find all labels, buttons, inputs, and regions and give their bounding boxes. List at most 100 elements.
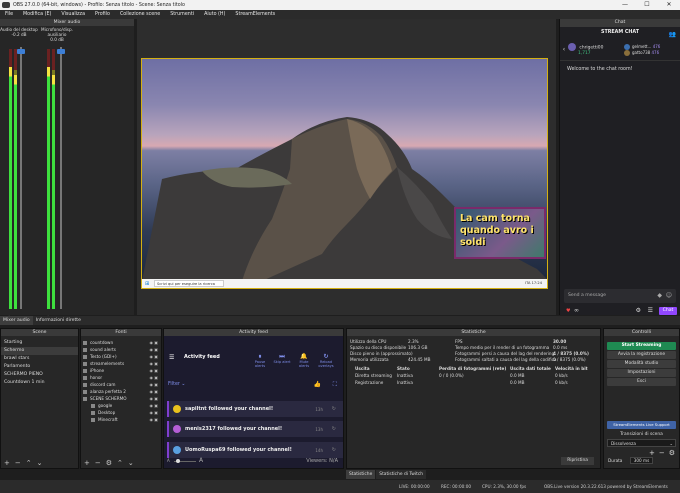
basket-icon[interactable]: ⛶ [333,381,337,389]
list-item[interactable]: SCENE SCHERMO ◉ ▣ [81,395,161,402]
duration-input[interactable]: 300 ms [629,457,654,464]
eye-icon[interactable]: ◉ ▣ [149,381,158,388]
menu-tools[interactable]: Strumenti [165,12,199,17]
table-cell: Inattiva [397,380,413,385]
eye-icon[interactable]: ◉ ▣ [149,346,158,353]
user-list-icon[interactable]: ☰ [648,307,653,314]
live-support-button[interactable]: StreamElements Live Support [607,421,676,429]
menu-streamelements[interactable]: StreamElements [230,12,280,17]
meter-level [9,67,12,309]
add-icon[interactable]: + [649,449,655,457]
menu-file[interactable]: File [0,12,18,17]
pause-alerts-button[interactable]: ⏸ Pause alerts [250,353,270,368]
overlay-image: La cam torna quando avro i soldi [454,207,546,259]
remove-icon[interactable]: − [15,459,21,467]
activity-item[interactable]: sapiltnt followed your channel! 13h ↻ [167,401,343,417]
skip-alert-button[interactable]: ⏭ Skip alert [272,353,292,364]
exit-button[interactable]: Esci [607,378,676,386]
avatar [624,43,630,50]
bits-icon[interactable]: ◆ [657,292,662,299]
transition-select[interactable]: Dissolvenza ⌄ [607,439,676,447]
scene-preview[interactable]: La cam torna quando avro i soldi ⊞ Scriv… [141,58,548,289]
list-item[interactable]: Minecraft ◉ ▣ [81,416,161,423]
gear-icon[interactable]: ⚙ [669,449,675,457]
fader-knob[interactable] [57,49,65,54]
eye-icon[interactable]: ◉ ▣ [149,395,158,402]
rec-timer: REC: 00:00:00 [441,484,472,489]
replay-icon[interactable]: ↻ [332,406,336,412]
points-icon[interactable]: ♥ [566,308,570,314]
tab-audio-mixer[interactable]: Mixer audio [0,316,33,325]
close-button[interactable]: ✕ [658,0,680,10]
add-icon[interactable]: + [4,459,10,467]
gear-icon[interactable]: ⚙ [106,459,112,467]
chevron-down-icon[interactable]: ⌄ [37,459,43,467]
list-item[interactable]: Schermo [1,347,78,355]
filter-dropdown[interactable]: Filter ⌄ [168,382,185,387]
eye-icon[interactable]: ◉ ▣ [149,339,158,346]
replay-icon[interactable]: ↻ [332,426,336,432]
eye-icon[interactable]: ◉ ▣ [149,409,158,416]
volume-fader[interactable] [17,47,25,309]
list-item[interactable]: Parlamento [1,363,78,371]
eye-icon[interactable]: ◉ ▣ [149,367,158,374]
eye-icon[interactable]: ◉ ▣ [149,416,158,423]
eye-icon[interactable]: ◉ ▣ [149,374,158,381]
fader-knob[interactable] [17,49,25,54]
list-item[interactable]: google ◉ ▣ [81,402,161,409]
eye-icon[interactable]: ◉ ▣ [149,388,158,395]
mute-alerts-button[interactable]: 🔔 Mute alerts [294,353,314,368]
list-item[interactable]: Testo (GDI+) ◉ ▣ [81,353,161,360]
menu-help[interactable]: Aiuto (H) [199,12,230,17]
reload-overlays-button[interactable]: ↻ Reload overlays [316,353,336,368]
menu-profile[interactable]: Profilo [90,12,115,17]
start-streaming-button[interactable]: Start Streaming [607,342,676,350]
list-item[interactable]: alanza perfetta 2 ◉ ▣ [81,388,161,395]
chat-send-button[interactable]: Chat [659,307,677,315]
list-item[interactable]: streamelements ◉ ▣ [81,360,161,367]
minimize-button[interactable]: — [614,0,636,10]
chevron-left-icon[interactable]: ‹ [560,46,568,53]
list-item[interactable]: Countdown 1 min [1,379,78,387]
menu-edit[interactable]: Modifica (E) [18,12,56,17]
tab-twitch-stats[interactable]: Statistiche di Twitch [376,470,427,479]
list-item[interactable]: SCHERMO PIENO [1,371,78,379]
activity-item[interactable]: menis2317 followed your channel! 13h ↻ [167,421,343,437]
list-item[interactable]: discord cam ◉ ▣ [81,381,161,388]
eye-icon[interactable]: ◉ ▣ [149,353,158,360]
list-item[interactable]: iPhone ◉ ▣ [81,367,161,374]
list-item[interactable]: brawl stars [1,355,78,363]
users-icon[interactable]: 👥 [669,29,676,41]
settings-button[interactable]: Impostazioni [607,369,676,377]
remove-icon[interactable]: − [95,459,101,467]
chevron-up-icon[interactable]: ⌃ [26,459,32,467]
maximize-button[interactable]: ☐ [636,0,658,10]
tab-stats[interactable]: Statistiche [346,470,376,479]
menu-icon[interactable]: ☰ [169,354,174,361]
remove-icon[interactable]: − [659,449,665,457]
volume-fader[interactable] [57,47,65,309]
thumbs-up-icon[interactable]: 👍 [314,381,321,388]
eye-icon[interactable]: ◉ ▣ [149,360,158,367]
studio-mode-button[interactable]: Modalità studio [607,360,676,368]
chat-message-input[interactable]: Send a message ◆ ☺ [564,289,676,303]
list-item[interactable]: Desktop ◉ ▣ [81,409,161,416]
list-item[interactable]: sound alerts ◉ ▣ [81,346,161,353]
tab-live-info[interactable]: Informazioni dirette [33,316,84,325]
menu-scene-collection[interactable]: Collezione scene [115,12,165,17]
chevron-up-icon[interactable]: ⌃ [117,459,123,467]
add-icon[interactable]: + [84,459,90,467]
gear-icon[interactable]: ⚙ [636,307,641,314]
list-item[interactable]: countdown ◉ ▣ [81,339,161,346]
chat-panel: Chat STREAM CHAT 👥 ‹ chrigetti00 1,717 g… [559,19,680,315]
eye-icon[interactable]: ◉ ▣ [149,402,158,409]
menu-view[interactable]: Visualizza [56,12,90,17]
font-size-slider-knob[interactable] [176,459,180,463]
emote-icon[interactable]: ☺ [666,292,672,299]
reset-stats-button[interactable]: Ripristina [561,457,594,465]
chevron-down-icon[interactable]: ⌄ [128,459,134,467]
start-recording-button[interactable]: Avvia la registrazione [607,351,676,359]
list-item[interactable]: honor ◉ ▣ [81,374,161,381]
replay-icon[interactable]: ↻ [332,447,336,453]
list-item[interactable]: Starting [1,339,78,347]
